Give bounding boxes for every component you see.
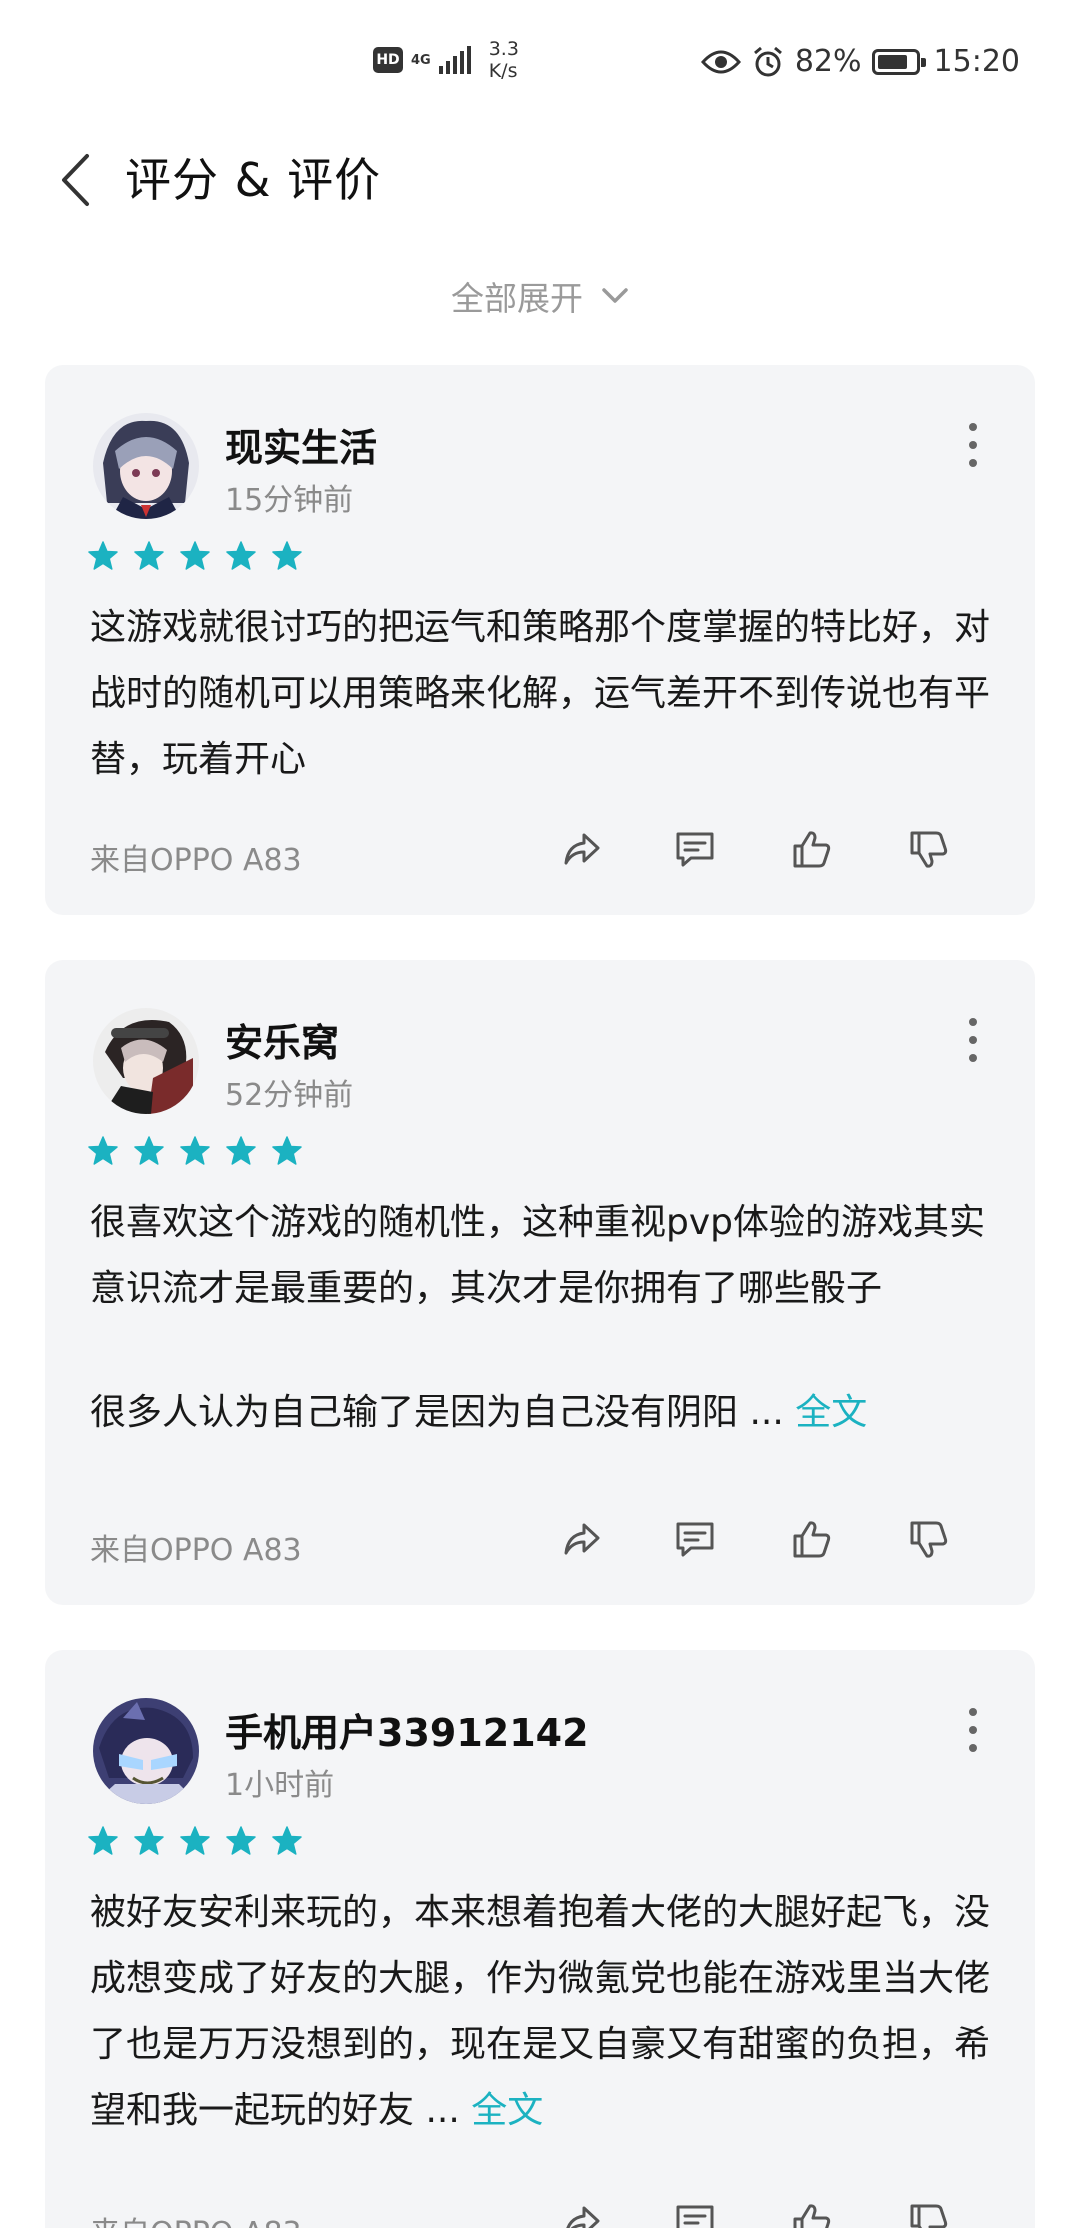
review-time: 1小时前: [225, 1768, 335, 1803]
star-icon: [180, 1826, 210, 1855]
like-button[interactable]: [753, 1510, 870, 1570]
read-full-link[interactable]: 全文: [795, 1392, 867, 1433]
network-type: 4G: [411, 52, 431, 68]
star-icon: [180, 1136, 210, 1165]
comment-button[interactable]: [636, 2193, 753, 2228]
eye-icon: [700, 50, 741, 73]
username: 现实生活: [225, 426, 378, 470]
like-button[interactable]: [753, 2193, 870, 2228]
dislike-icon: [910, 831, 947, 868]
hd-badge: HD: [373, 47, 403, 73]
username: 手机用户33912142: [225, 1711, 589, 1755]
share-button[interactable]: [526, 2193, 636, 2228]
review-actions: [526, 1510, 987, 1570]
page-title: 评分 & 评价: [125, 153, 382, 207]
review-text: 这游戏就很讨巧的把运气和策略那个度掌握的特比好，对战时的随机可以用策略来化解，运…: [90, 607, 991, 780]
star-icon: [134, 1136, 164, 1165]
star-rating: [88, 1136, 302, 1166]
star-icon: [180, 541, 210, 570]
dislike-icon: [910, 2204, 947, 2228]
avatar[interactable]: [93, 413, 199, 519]
star-rating: [88, 541, 302, 571]
device-label: 来自OPPO A83: [90, 2208, 302, 2228]
expand-all-button[interactable]: 全部展开: [0, 272, 1080, 320]
star-icon: [226, 541, 256, 570]
network-status: HD 4G 3.3 K/s: [373, 38, 519, 82]
review-actions: [526, 2193, 987, 2228]
alarm-icon: [753, 46, 782, 76]
system-status: 82% 15:20: [700, 44, 1020, 79]
status-bar: HD 4G 3.3 K/s 82% 15:20: [0, 0, 1080, 120]
review-text: 很喜欢这个游戏的随机性，这种重视pvp体验的游戏其实意识流才是最重要的，其次才是…: [90, 1202, 986, 1309]
share-icon: [566, 2206, 600, 2228]
read-full-link[interactable]: 全文: [471, 2090, 543, 2131]
chevron-left-icon: [62, 154, 89, 206]
battery-percent: 82%: [794, 44, 862, 79]
star-icon: [226, 1136, 256, 1165]
more-options-button[interactable]: [963, 1708, 983, 1752]
comment-icon: [676, 1522, 713, 1557]
signal-icon: [438, 46, 471, 74]
like-icon: [793, 831, 830, 868]
review-card: 安乐窝 52分钟前 很喜欢这个游戏的随机性，这种重视pvp体验的游戏其实意识流才…: [45, 960, 1035, 1605]
star-icon: [134, 541, 164, 570]
review-time: 15分钟前: [225, 483, 354, 518]
network-speed: 3.3 K/s: [488, 38, 519, 82]
device-label: 来自OPPO A83: [90, 843, 302, 878]
review-time: 52分钟前: [225, 1078, 354, 1113]
username: 安乐窝: [225, 1021, 340, 1065]
back-button[interactable]: [60, 150, 110, 210]
more-options-button[interactable]: [963, 423, 983, 467]
star-rating: [88, 1826, 302, 1856]
review-text-more: 很多人认为自己输了是因为自己没有阴阳 ... 全文: [90, 1392, 868, 1433]
share-icon: [564, 833, 600, 865]
review-card: 现实生活 15分钟前 这游戏就很讨巧的把运气和策略那个度掌握的特比好，对战时的随…: [45, 365, 1035, 915]
review-actions: [526, 820, 987, 880]
avatar[interactable]: [93, 1008, 199, 1114]
star-icon: [272, 1136, 302, 1165]
avatar[interactable]: [93, 1698, 199, 1804]
star-icon: [88, 1136, 118, 1165]
share-button[interactable]: [526, 820, 636, 880]
battery-icon: [871, 48, 926, 75]
more-options-button[interactable]: [963, 1018, 983, 1062]
comment-icon: [676, 2205, 713, 2228]
device-label: 来自OPPO A83: [90, 1533, 302, 1568]
like-icon: [793, 2204, 830, 2228]
share-icon: [564, 1523, 600, 1555]
review-card: 手机用户33912142 1小时前 被好友安利来玩的，本来想着抱着大佬的大腿好起…: [45, 1650, 1035, 2228]
like-button[interactable]: [753, 820, 870, 880]
star-icon: [88, 1826, 118, 1855]
star-icon: [226, 1826, 256, 1855]
dislike-button[interactable]: [870, 820, 987, 880]
star-icon: [88, 541, 118, 570]
star-icon: [272, 1826, 302, 1855]
battery-level: [877, 54, 908, 69]
star-icon: [272, 541, 302, 570]
dislike-button[interactable]: [870, 1510, 987, 1570]
comment-button[interactable]: [636, 1510, 753, 1570]
comment-icon: [676, 832, 713, 867]
like-icon: [793, 1521, 830, 1558]
dislike-icon: [910, 1521, 947, 1558]
review-text: 被好友安利来玩的，本来想着抱着大佬的大腿好起飞，没成想变成了好友的大腿，作为微氪…: [90, 1892, 991, 2131]
clock: 15:20: [933, 44, 1020, 79]
chevron-down-icon: [602, 288, 628, 303]
share-button[interactable]: [526, 1510, 636, 1570]
app-header: 评分 & 评价: [0, 140, 1080, 220]
dislike-button[interactable]: [870, 2193, 987, 2228]
comment-button[interactable]: [636, 820, 753, 880]
star-icon: [134, 1826, 164, 1855]
expand-all-label: 全部展开: [451, 279, 583, 318]
